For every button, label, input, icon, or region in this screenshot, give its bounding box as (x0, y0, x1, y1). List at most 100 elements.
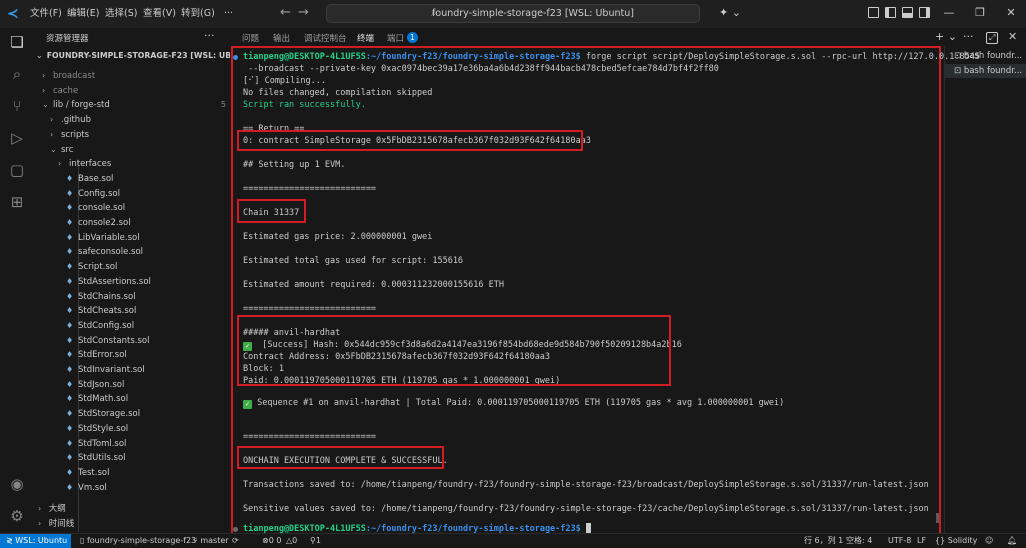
minimize-icon[interactable]: — (942, 6, 956, 20)
file-item[interactable]: ♦ StdToml.sol (34, 437, 230, 452)
file-item[interactable]: ♦ Config.sol (34, 187, 230, 202)
panel-more-icon[interactable]: ··· (963, 30, 974, 43)
cursor-position[interactable]: 行 6，列 1 (804, 534, 843, 548)
folder-status[interactable]: ▯ foundry-simple-storage-f23 (80, 534, 196, 548)
folder-item[interactable]: ⌄ src (34, 143, 230, 158)
remote-indicator[interactable]: ≷ WSL: Ubuntu (0, 534, 71, 548)
tab-debug-console[interactable]: 调试控制台 (304, 32, 347, 44)
file-item[interactable]: ♦ StdInvariant.sol (34, 363, 230, 378)
extensions-icon[interactable]: ⊞ (7, 192, 27, 212)
menu-view[interactable]: 查看(V) (143, 0, 176, 28)
ports-status[interactable]: ⚲1 (310, 534, 321, 548)
solidity-file-icon: ♦ (66, 335, 74, 345)
language-status[interactable]: {} Solidity (935, 534, 977, 548)
git-changes-badge: 5 (220, 100, 226, 110)
file-item[interactable]: ♦ Vm.sol (34, 481, 230, 496)
copilot-icon[interactable]: ✦ ⌄ (717, 6, 743, 20)
new-terminal-icon[interactable]: + ⌄ (935, 30, 957, 43)
toggle-secondary-sidebar-icon[interactable] (919, 7, 930, 18)
tab-ports[interactable]: 端口 1 (387, 32, 419, 44)
file-item[interactable]: ♦ Script.sol (34, 260, 230, 275)
folder-item[interactable]: › broadcast (34, 69, 230, 84)
search-sidebar-icon[interactable]: ⌕ (7, 64, 27, 84)
forward-arrow-icon[interactable]: → (298, 5, 309, 20)
back-arrow-icon[interactable]: ← (280, 5, 291, 20)
command-center-search[interactable]: ⌕ foundry-simple-storage-f23 [WSL: Ubunt… (326, 4, 700, 23)
solidity-file-icon: ♦ (66, 188, 74, 198)
menu-go[interactable]: 转到(G) (181, 0, 215, 28)
terminal-instance-2[interactable]: ⊡ bash foundr... (954, 66, 1022, 76)
encoding-status[interactable]: UTF-8 (888, 534, 911, 548)
close-panel-icon[interactable]: ✕ (1008, 30, 1017, 43)
sync-icon[interactable]: ⟳ (232, 534, 239, 548)
menu-edit[interactable]: 编辑(E) (67, 0, 99, 28)
restore-icon[interactable]: ❐ (973, 6, 987, 20)
file-item[interactable]: ♦ StdUtils.sol (34, 451, 230, 466)
explorer-title: 资源管理器 (46, 34, 89, 44)
search-text: foundry-simple-storage-f23 [WSL: Ubuntu] (432, 8, 634, 19)
toggle-sidebar-icon[interactable] (885, 7, 896, 18)
file-item[interactable]: ♦ StdConfig.sol (34, 319, 230, 334)
layout-customize-icon[interactable] (868, 7, 879, 18)
menu-selection[interactable]: 选择(S) (105, 0, 137, 28)
file-item[interactable]: ♦ Test.sol (34, 466, 230, 481)
file-item[interactable]: ♦ StdChains.sol (34, 290, 230, 305)
solidity-file-icon: ♦ (66, 482, 74, 492)
file-item[interactable]: ♦ StdJson.sol (34, 378, 230, 393)
run-debug-icon[interactable]: ▷ (7, 128, 27, 148)
file-item[interactable]: ♦ StdMath.sol (34, 392, 230, 407)
explorer-icon[interactable]: ❏ (7, 32, 27, 52)
file-item[interactable]: ♦ safeconsole.sol (34, 245, 230, 260)
account-icon[interactable]: ◉ (7, 474, 27, 494)
copilot-status-icon[interactable]: ☺ (985, 534, 993, 548)
settings-gear-icon[interactable]: ⚙ (7, 506, 27, 526)
workspace-root[interactable]: ⌄ FOUNDRY-SIMPLE-STORAGE-F23 [WSL: UBUNT… (34, 49, 230, 64)
branch-status[interactable]: ⑂ master (193, 534, 229, 548)
terminal-scrollbar[interactable] (936, 513, 939, 523)
folder-item[interactable]: › .github (34, 113, 230, 128)
setting-up-line: ## Setting up 1 EVM. (243, 160, 346, 170)
tree-item-label: safeconsole.sol (78, 247, 144, 258)
file-item[interactable]: ♦ LibVariable.sol (34, 231, 230, 246)
file-item[interactable]: ♦ Base.sol (34, 172, 230, 187)
indentation-status[interactable]: 空格: 4 (846, 534, 872, 548)
outline-section[interactable]: › 大纲 (34, 502, 230, 517)
remote-explorer-icon[interactable]: ▢ (7, 160, 27, 180)
tree-item-label: StdCheats.sol (78, 306, 137, 317)
close-icon[interactable]: ✕ (1004, 6, 1018, 20)
tree-item-label: src (61, 144, 74, 155)
tree-item-label: interfaces (69, 159, 112, 170)
tab-problems[interactable]: 问题 (242, 32, 259, 44)
timeline-section[interactable]: › 时间线 (34, 517, 230, 532)
source-control-icon[interactable]: ⑂ (7, 96, 27, 116)
problems-status[interactable]: ⊗0 0 (262, 534, 281, 548)
file-item[interactable]: ♦ StdStorage.sol (34, 407, 230, 422)
tree-item-label: StdStorage.sol (78, 409, 141, 420)
tab-output[interactable]: 输出 (273, 32, 290, 44)
folder-item[interactable]: › cache (34, 84, 230, 99)
transactions-saved-line: Transactions saved to: /home/tianpeng/fo… (243, 480, 929, 490)
folder-item[interactable]: ⌄ lib / forge-std 5 (34, 98, 230, 113)
file-item[interactable]: ♦ StdError.sol (34, 348, 230, 363)
maximize-panel-icon[interactable]: ⤢ (986, 32, 999, 44)
file-item[interactable]: ♦ StdStyle.sol (34, 422, 230, 437)
menu-more[interactable]: ··· (224, 0, 233, 28)
warnings-status[interactable]: △0 (286, 534, 297, 548)
menu-file[interactable]: 文件(F) (30, 0, 62, 28)
eol-status[interactable]: LF (917, 534, 926, 548)
toggle-panel-icon[interactable] (902, 7, 913, 18)
folder-item[interactable]: › scripts (34, 128, 230, 143)
file-item[interactable]: ♦ StdAssertions.sol (34, 275, 230, 290)
solidity-file-icon: ♦ (66, 438, 74, 448)
tab-terminal[interactable]: 终端 (357, 32, 374, 44)
tree-item-label: Test.sol (78, 467, 110, 478)
file-item[interactable]: ♦ StdConstants.sol (34, 334, 230, 349)
notifications-icon[interactable]: 🔔︎ (1007, 534, 1017, 548)
file-item[interactable]: ♦ console.sol (34, 201, 230, 216)
explorer-more-icon[interactable]: ··· (204, 29, 215, 42)
ports-status-count: 1 (315, 536, 321, 545)
file-item[interactable]: ♦ StdCheats.sol (34, 304, 230, 319)
file-item[interactable]: ♦ console2.sol (34, 216, 230, 231)
folder-item[interactable]: › interfaces (34, 157, 230, 172)
sensitive-saved-line: Sensitive values saved to: /home/tianpen… (243, 504, 929, 514)
